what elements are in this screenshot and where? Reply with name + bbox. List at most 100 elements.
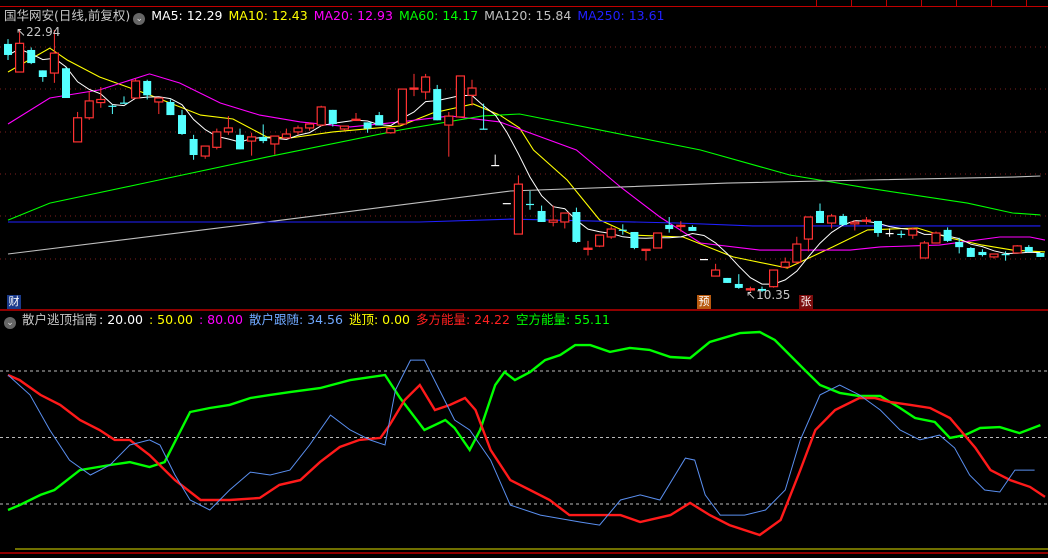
finance-tag[interactable]: 财: [7, 295, 21, 309]
candle-body: [885, 233, 894, 235]
candle-body: [270, 135, 280, 145]
candle: [386, 127, 396, 134]
candle-body: [583, 247, 593, 250]
candle-body: [537, 210, 546, 222]
high-price-value: 22.94: [26, 25, 61, 39]
candle-body: [479, 128, 488, 130]
candle: [641, 248, 651, 261]
candle: [247, 132, 257, 156]
candle-body: [386, 127, 396, 134]
kline-chart[interactable]: [0, 0, 1048, 558]
candle: [606, 226, 616, 239]
candle: [62, 67, 70, 99]
chevron-down-icon[interactable]: ⌄: [4, 317, 16, 329]
candle: [421, 73, 431, 100]
candle: [919, 240, 930, 259]
ma60-line: [7, 113, 1041, 221]
ma120-line: [7, 175, 1041, 255]
candle: [572, 207, 581, 243]
candle: [27, 47, 36, 65]
candle-body: [1036, 252, 1045, 257]
stock-title: 国华网安(日线,前复权): [4, 8, 131, 23]
candle-body: [421, 76, 431, 93]
candle-body: [259, 136, 268, 142]
chevron-down-icon[interactable]: ⌄: [133, 13, 146, 25]
candle-body: [826, 215, 837, 224]
candle-body: [700, 259, 708, 261]
level-80-label: : 80.00: [198, 312, 243, 327]
candle-body: [734, 283, 743, 288]
candle-body: [710, 269, 721, 277]
candle: [154, 97, 164, 115]
candle: [502, 203, 511, 205]
candle: [978, 249, 987, 257]
level-20-label: : 20.00: [99, 312, 143, 327]
ma60-label: MA60: 14.17: [398, 8, 479, 23]
candle: [375, 111, 384, 126]
candle-body: [931, 232, 941, 244]
candle-body: [989, 253, 999, 258]
bull-energy-label: 多方能量: 24.22: [415, 312, 510, 327]
ma20-label: MA20: 12.93: [313, 8, 393, 23]
candle: [630, 231, 639, 250]
candle-body: [513, 183, 524, 235]
candle-body: [908, 228, 918, 236]
indicator-name: 散户逃顶指南: [22, 312, 98, 327]
candle: [526, 190, 534, 210]
candle-body: [247, 136, 257, 142]
candle-body: [792, 243, 802, 263]
candle-body: [850, 221, 860, 225]
candle-body: [467, 87, 477, 96]
candle-body: [351, 118, 361, 122]
candle-body: [375, 115, 384, 126]
candle-body: [166, 101, 175, 116]
retail-follow-label: 散户跟随: 34.56: [248, 312, 343, 327]
candle-body: [223, 127, 233, 133]
candle: [131, 78, 141, 99]
candle-body: [526, 203, 534, 206]
candle: [816, 203, 824, 224]
candle-body: [120, 102, 128, 104]
candle-body: [178, 115, 186, 134]
candle-body: [455, 75, 465, 118]
low-price-value: 10.35: [756, 288, 791, 302]
candle-body: [397, 88, 407, 125]
candle: [931, 231, 941, 244]
high-price-label: ↖22.94: [16, 25, 60, 39]
candle-body: [444, 115, 454, 126]
candle: [433, 84, 442, 121]
forecast-tag[interactable]: 预: [697, 295, 711, 309]
candle: [316, 105, 326, 127]
candle: [189, 134, 198, 160]
candle: [143, 79, 152, 100]
ma250-line: [8, 218, 1041, 227]
ma250-label: MA250: 13.61: [577, 8, 665, 23]
candle: [455, 75, 465, 118]
candle: [943, 227, 952, 242]
candle: [723, 277, 732, 283]
candle: [212, 128, 222, 150]
candle: [1024, 245, 1033, 252]
candle: [897, 230, 906, 238]
candle: [397, 88, 407, 125]
candle: [989, 253, 999, 259]
limit-up-tag[interactable]: 张: [799, 295, 813, 309]
ma5-label: MA5: 12.29: [151, 8, 223, 23]
candle-body: [236, 134, 244, 150]
candle-body: [641, 248, 651, 252]
ma5-line: [7, 48, 1041, 285]
candle-body: [200, 145, 210, 157]
candle-body: [839, 215, 848, 225]
candle-body: [131, 80, 141, 99]
candle-body: [548, 219, 558, 223]
candle-body: [560, 212, 570, 223]
candle-body: [491, 164, 500, 167]
level-50-label: : 50.00: [149, 312, 193, 327]
candle-body: [38, 70, 47, 78]
candle: [560, 212, 570, 229]
candle: [908, 227, 918, 239]
candle-body: [27, 49, 36, 64]
candle: [120, 96, 128, 104]
candle-body: [154, 97, 164, 103]
candle: [38, 70, 47, 82]
